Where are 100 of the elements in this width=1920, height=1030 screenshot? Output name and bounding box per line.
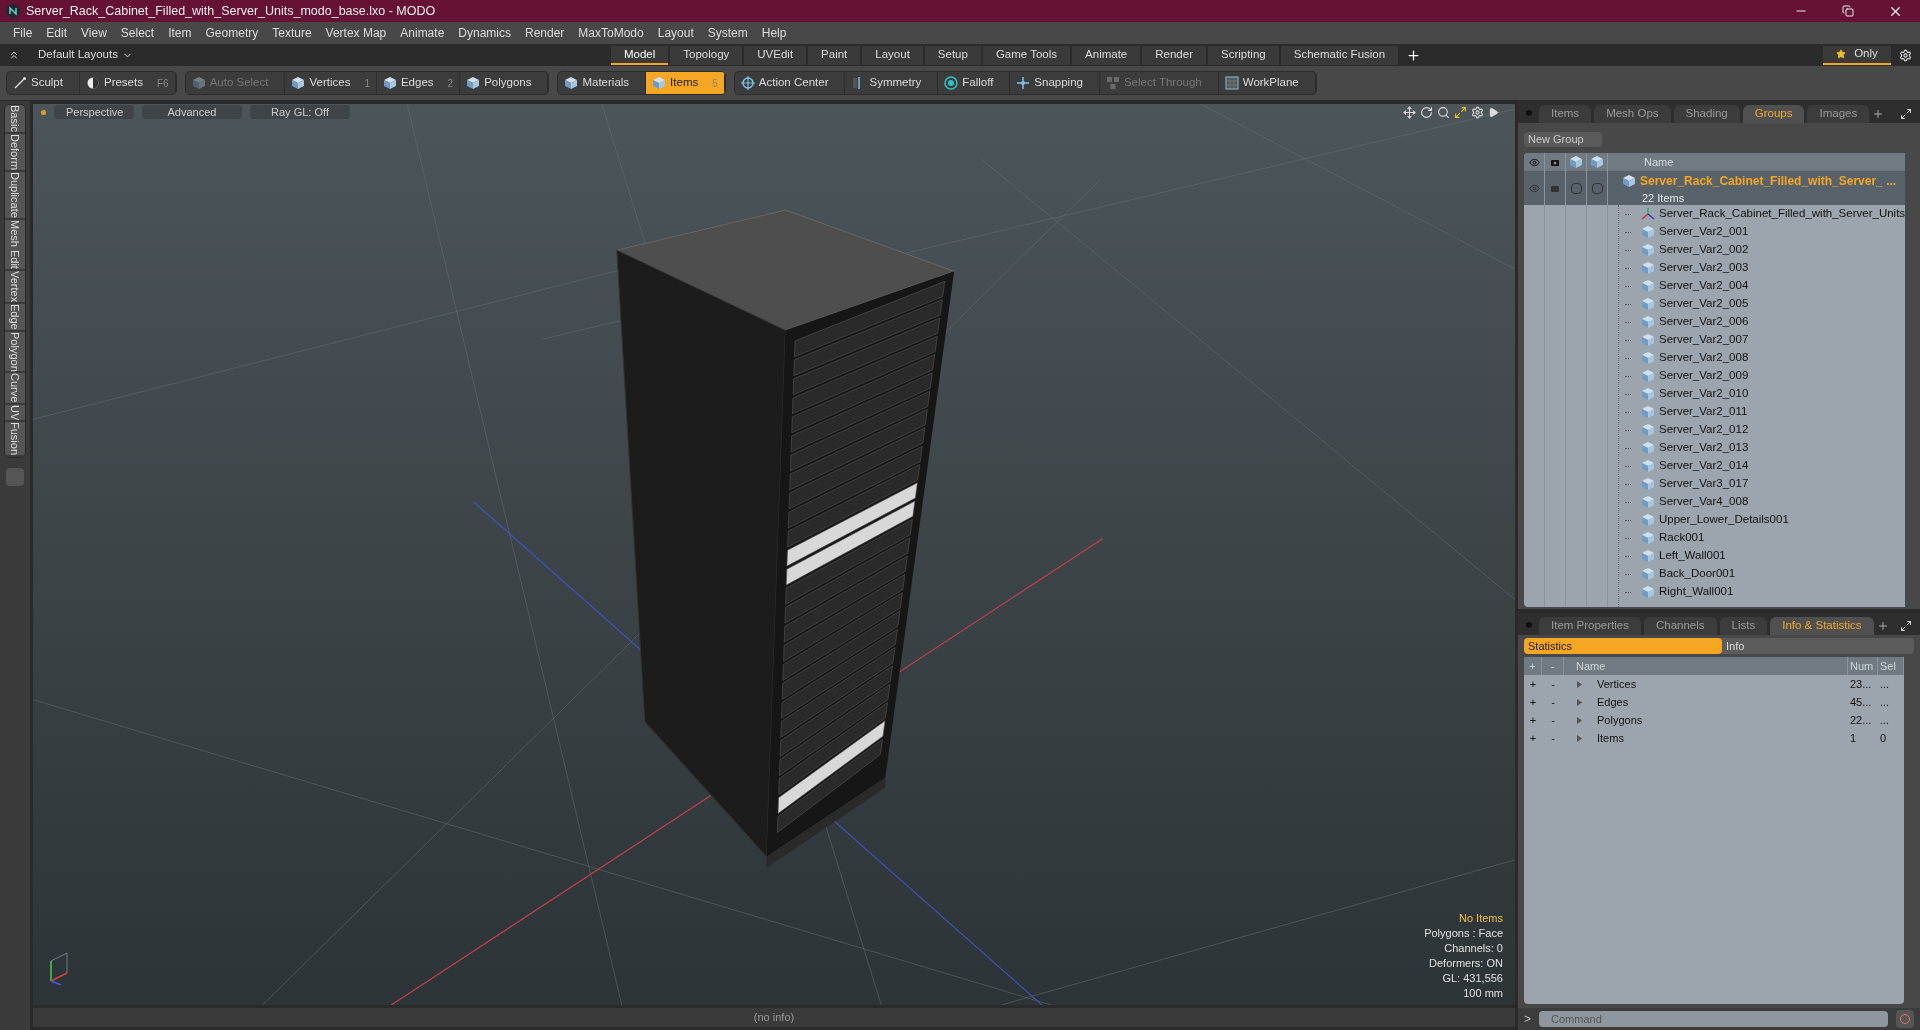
settings-icon[interactable] bbox=[1471, 105, 1484, 119]
group-item[interactable]: Server_Var2_006 bbox=[1659, 313, 1749, 331]
collapsed-arrow-icon[interactable] bbox=[1576, 680, 1583, 688]
add-button[interactable]: + bbox=[1524, 693, 1542, 711]
menu-item[interactable]: Dynamics bbox=[451, 24, 518, 42]
toolbar-button[interactable]: Items 5 bbox=[646, 72, 725, 94]
visibility-icon[interactable] bbox=[1528, 156, 1540, 168]
group-item[interactable]: Server_Var2_014 bbox=[1659, 457, 1749, 475]
side-tab[interactable]: Vertex bbox=[5, 270, 25, 304]
restore-icon[interactable] bbox=[1842, 5, 1854, 17]
group-item[interactable]: Server_Var2_002 bbox=[1659, 241, 1749, 259]
lock-toggle[interactable] bbox=[1570, 182, 1582, 194]
menu-item[interactable]: Item bbox=[161, 24, 199, 42]
maximize-icon[interactable] bbox=[1900, 620, 1912, 632]
side-tab[interactable]: Fusion bbox=[5, 422, 25, 458]
group-item[interactable]: Server_Var4_008 bbox=[1659, 493, 1749, 511]
layout-tab[interactable]: Setup bbox=[924, 45, 981, 65]
group-item[interactable]: Back_Door001 bbox=[1659, 565, 1736, 583]
group-item[interactable]: Server_Var2_010 bbox=[1659, 385, 1749, 403]
toolbar-button[interactable]: Falloff bbox=[938, 72, 1011, 94]
layout-tab[interactable]: Game Tools bbox=[982, 45, 1071, 65]
group-item[interactable]: Server_Var2_008 bbox=[1659, 349, 1749, 367]
search-icon[interactable] bbox=[1437, 105, 1450, 119]
toolbar-button[interactable]: Edges 2 bbox=[376, 72, 461, 94]
layout-dropdown[interactable]: Default Layouts bbox=[38, 46, 133, 64]
panel-tab[interactable]: Info & Statistics bbox=[1770, 617, 1874, 635]
select-toggle[interactable] bbox=[1591, 182, 1603, 194]
layout-tab[interactable]: Paint bbox=[808, 45, 861, 65]
side-tab[interactable]: Curve bbox=[5, 373, 25, 405]
record-icon[interactable] bbox=[1896, 1010, 1914, 1028]
collapsed-arrow-icon[interactable] bbox=[1576, 734, 1583, 742]
side-tab[interactable]: Duplicate bbox=[5, 171, 25, 220]
menu-item[interactable]: Help bbox=[754, 24, 794, 42]
remove-button[interactable]: - bbox=[1542, 675, 1564, 693]
menu-item[interactable]: Texture bbox=[265, 24, 319, 42]
viewport-option-button[interactable]: Perspective bbox=[54, 105, 134, 119]
group-item[interactable]: Server_Var2_013 bbox=[1659, 439, 1749, 457]
menu-item[interactable]: File bbox=[6, 24, 40, 42]
settings-icon[interactable] bbox=[1899, 48, 1912, 62]
panel-tab[interactable]: Shading bbox=[1673, 105, 1740, 123]
panel-tab[interactable]: Lists bbox=[1719, 617, 1768, 635]
viewport-option-button[interactable]: Advanced bbox=[142, 105, 242, 119]
panel-tab[interactable]: Groups bbox=[1742, 105, 1805, 123]
layout-tab[interactable]: Schematic Fusion bbox=[1280, 45, 1399, 65]
collapsed-arrow-icon[interactable] bbox=[1576, 716, 1583, 724]
menu-item[interactable]: Animate bbox=[393, 24, 452, 42]
play-icon[interactable] bbox=[1488, 106, 1499, 118]
add-button[interactable]: + bbox=[1524, 675, 1542, 693]
group-item[interactable]: Left_Wall001 bbox=[1659, 547, 1726, 565]
menu-item[interactable]: Edit bbox=[39, 24, 75, 42]
layout-tab[interactable]: Scripting bbox=[1207, 45, 1279, 65]
group-item[interactable]: Server_Var2_001 bbox=[1659, 223, 1749, 241]
group-item[interactable]: Server_Var2_007 bbox=[1659, 331, 1749, 349]
remove-button[interactable]: - bbox=[1542, 729, 1564, 747]
layout-tab[interactable]: Model bbox=[610, 45, 669, 65]
panel-tab[interactable]: Images bbox=[1807, 105, 1870, 123]
side-tab[interactable]: Mesh Edit bbox=[5, 219, 25, 271]
panel-tab[interactable]: Item Properties bbox=[1539, 617, 1641, 635]
viewport-option-button[interactable]: Ray GL: Off bbox=[250, 105, 350, 119]
group-item[interactable]: Server_Var3_017 bbox=[1659, 475, 1749, 493]
group-item[interactable]: Server_Var2_012 bbox=[1659, 421, 1749, 439]
layout-tab[interactable]: Layout bbox=[862, 45, 923, 65]
toolbar-button[interactable]: WorkPlane bbox=[1218, 72, 1316, 94]
toolbar-button[interactable]: Sculpt bbox=[7, 72, 80, 94]
group-item[interactable]: Upper_Lower_Details001 bbox=[1659, 511, 1789, 529]
toolbar-button[interactable]: Snapping bbox=[1010, 72, 1100, 94]
maximize-icon[interactable] bbox=[1454, 105, 1467, 119]
viewport[interactable]: Perspective Advanced Ray GL: Off No Items Polygons : Face Channels: 0 Deformers: ON GL: 431,556 100 mm bbox=[33, 104, 1515, 1005]
rotate-icon[interactable] bbox=[1420, 105, 1433, 119]
toolbar-button[interactable]: Polygons bbox=[460, 72, 549, 94]
panel-tab[interactable]: Items bbox=[1539, 105, 1592, 123]
menu-item[interactable]: View bbox=[74, 24, 114, 42]
group-item[interactable]: Server_Var2_003 bbox=[1659, 259, 1749, 277]
statistics-tab[interactable]: Info bbox=[1722, 638, 1914, 654]
panel-tab[interactable]: Mesh Ops bbox=[1594, 105, 1671, 123]
panel-tab[interactable]: Channels bbox=[1644, 617, 1717, 635]
group-item[interactable]: Server_Rack_Cabinet_Filled_with_Server_Units bbox=[1659, 205, 1906, 223]
layout-tab[interactable]: Render bbox=[1142, 45, 1206, 65]
menu-item[interactable]: System bbox=[700, 24, 755, 42]
add-button[interactable]: + bbox=[1524, 711, 1542, 729]
group-item[interactable]: Server_Var2_011 bbox=[1659, 403, 1748, 421]
collapsed-arrow-icon[interactable] bbox=[1576, 698, 1583, 706]
side-tab[interactable]: Deform bbox=[5, 133, 25, 172]
group-item[interactable]: Rack001 bbox=[1659, 529, 1705, 547]
new-group-button[interactable]: New Group bbox=[1524, 132, 1602, 147]
side-tab[interactable]: UV bbox=[5, 404, 25, 423]
side-tab[interactable]: Edge bbox=[5, 303, 25, 332]
remove-button[interactable]: - bbox=[1542, 693, 1564, 711]
toolbar-button[interactable]: Vertices 1 bbox=[285, 72, 377, 94]
side-tab[interactable]: Polygon bbox=[5, 331, 25, 374]
menu-item[interactable]: Vertex Map bbox=[318, 24, 394, 42]
layout-tab[interactable]: UVEdit bbox=[744, 45, 807, 65]
group-item[interactable]: Server_Var2_005 bbox=[1659, 295, 1749, 313]
command-field[interactable]: Command bbox=[1539, 1011, 1888, 1027]
toolbar-button[interactable]: Symmetry bbox=[845, 72, 939, 94]
add-button[interactable]: + bbox=[1524, 729, 1542, 747]
add-tab-icon[interactable] bbox=[1406, 47, 1422, 63]
toolbar-button[interactable]: Action Center bbox=[734, 72, 846, 94]
menu-item[interactable]: Select bbox=[113, 24, 162, 42]
statistics-tab[interactable]: Statistics bbox=[1524, 638, 1722, 654]
